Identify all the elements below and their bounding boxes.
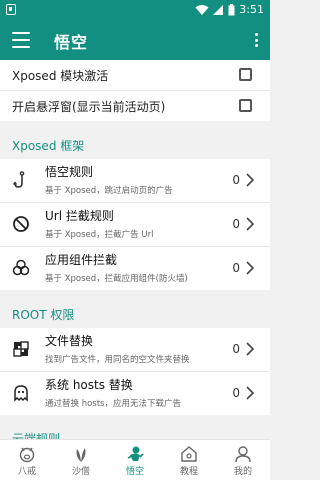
setting-label: Xposed 模块激活 bbox=[12, 69, 109, 83]
nav-label: 我的 bbox=[233, 467, 252, 477]
rule-count: 0 bbox=[232, 173, 240, 187]
chevron-right-icon bbox=[246, 217, 255, 231]
status-icons: 3:51 bbox=[195, 2, 264, 18]
card-title: Url 拦截规则 bbox=[45, 209, 114, 223]
nav-label: 八戒 bbox=[17, 467, 36, 477]
card-wukong-rules[interactable]: 悟空规则 基于 Xposed，跳过启动页的广告 0 bbox=[0, 159, 270, 202]
wifi-icon bbox=[195, 5, 209, 15]
checkbox[interactable] bbox=[239, 99, 252, 112]
chevron-right-icon bbox=[246, 342, 255, 356]
section-header-cloud: 云端规则 bbox=[0, 422, 270, 439]
file-replace-icon bbox=[13, 341, 29, 357]
nav-item-shaseng[interactable]: 沙僧 bbox=[54, 440, 108, 480]
battery-icon bbox=[228, 4, 235, 16]
card-subtitle: 基于 Xposed，跳过启动页的广告 bbox=[45, 186, 173, 196]
card-title: 文件替换 bbox=[45, 334, 94, 348]
card-title: 系统 hosts 替换 bbox=[45, 378, 133, 392]
card-component-block[interactable]: 应用组件拦截 基于 Xposed，拦截应用组件(防火墙) 0 bbox=[0, 247, 270, 290]
nav-label: 悟空 bbox=[125, 467, 144, 477]
card-title: 悟空规则 bbox=[45, 165, 94, 179]
chevron-right-icon bbox=[246, 173, 255, 187]
leaf-icon bbox=[76, 448, 86, 462]
chevron-right-icon bbox=[246, 386, 255, 400]
nav-item-mine[interactable]: 我的 bbox=[216, 440, 270, 480]
components-icon bbox=[12, 259, 30, 276]
nav-label: 教程 bbox=[179, 467, 198, 477]
menu-icon bbox=[12, 32, 30, 34]
block-icon bbox=[13, 216, 29, 232]
menu-button[interactable] bbox=[10, 30, 32, 50]
chevron-right-icon bbox=[246, 261, 255, 275]
notification-icon bbox=[6, 4, 16, 15]
checkbox[interactable] bbox=[239, 68, 252, 81]
card-hosts-replace[interactable]: 系统 hosts 替换 通过替换 hosts，应用无法下载广告 0 bbox=[0, 372, 270, 415]
monkey-icon bbox=[127, 446, 144, 461]
rule-count: 0 bbox=[232, 217, 240, 231]
person-icon bbox=[235, 446, 251, 463]
nav-item-bajie[interactable]: 八戒 bbox=[0, 440, 54, 480]
content-list: Xposed 模块激活 开启悬浮窗(显示当前活动页) Xposed 框架 悟空规… bbox=[0, 60, 270, 439]
card-subtitle: 找到广告文件，用同名的空文件夹替换 bbox=[45, 355, 190, 365]
section-header-root: ROOT 权限 bbox=[0, 298, 270, 328]
setting-xposed-active[interactable]: Xposed 模块激活 bbox=[0, 60, 270, 90]
card-title: 应用组件拦截 bbox=[45, 253, 118, 267]
card-subtitle: 基于 Xposed，拦截广告 Url bbox=[45, 230, 154, 240]
status-time: 3:51 bbox=[239, 3, 264, 16]
more-vert-icon bbox=[254, 33, 258, 36]
card-file-replace[interactable]: 文件替换 找到广告文件，用同名的空文件夹替换 0 bbox=[0, 328, 270, 371]
nav-label: 沙僧 bbox=[71, 467, 90, 477]
section-header-xposed: Xposed 框架 bbox=[0, 129, 270, 159]
home-icon bbox=[181, 446, 197, 462]
ghost-icon bbox=[14, 385, 28, 402]
nav-item-wukong[interactable]: 悟空 bbox=[108, 440, 162, 480]
nav-item-tutorial[interactable]: 教程 bbox=[162, 440, 216, 480]
rule-count: 0 bbox=[232, 261, 240, 275]
section-title: Xposed 框架 bbox=[12, 139, 85, 153]
signal-icon bbox=[213, 5, 224, 15]
setting-label: 开启悬浮窗(显示当前活动页) bbox=[12, 100, 166, 114]
page-title: 悟空 bbox=[54, 33, 89, 52]
rule-count: 0 bbox=[232, 342, 240, 356]
pig-icon bbox=[19, 447, 35, 463]
app-bar: 悟空 bbox=[0, 20, 270, 60]
section-title: ROOT 权限 bbox=[12, 308, 75, 322]
hook-icon bbox=[12, 171, 25, 188]
setting-floating-window[interactable]: 开启悬浮窗(显示当前活动页) bbox=[0, 91, 270, 121]
card-subtitle: 通过替换 hosts，应用无法下载广告 bbox=[45, 399, 181, 409]
rule-count: 0 bbox=[232, 386, 240, 400]
status-bar: 3:51 bbox=[0, 0, 270, 20]
card-url-block-rules[interactable]: Url 拦截规则 基于 Xposed，拦截广告 Url 0 bbox=[0, 203, 270, 246]
bottom-navigation: 八戒 沙僧 悟空 教程 我的 bbox=[0, 439, 270, 480]
more-options-button[interactable] bbox=[250, 30, 262, 50]
card-subtitle: 基于 Xposed，拦截应用组件(防火墙) bbox=[45, 274, 188, 284]
section-title: 云端规则 bbox=[12, 432, 61, 439]
